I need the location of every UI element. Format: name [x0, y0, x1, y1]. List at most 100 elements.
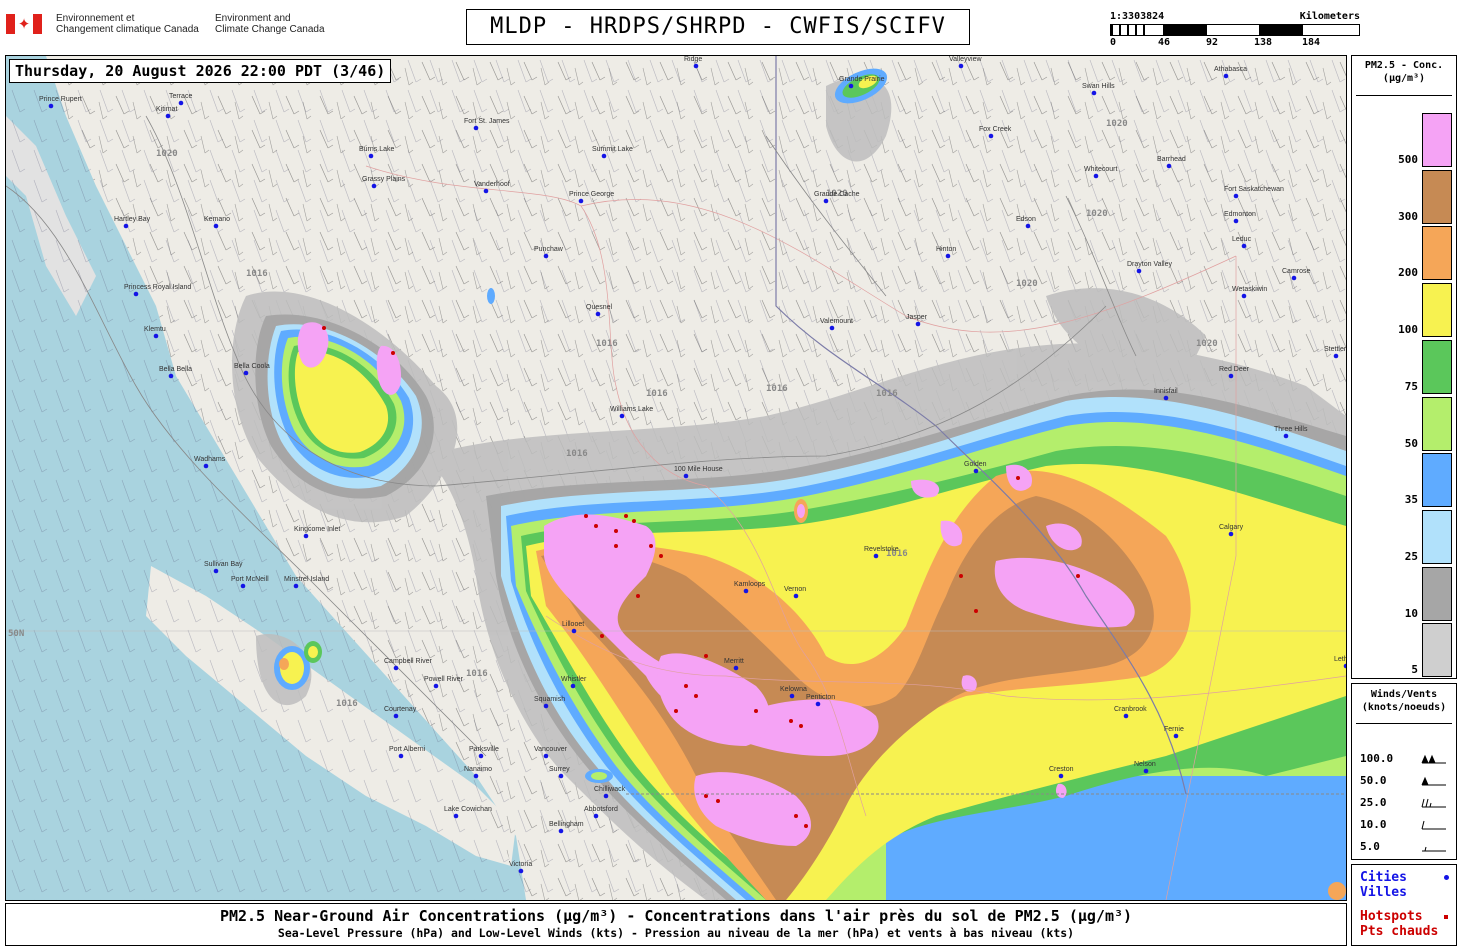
city-label: Kitimat	[156, 106, 177, 113]
city-dot-icon	[153, 333, 159, 339]
wind-legend-row: 100.0	[1360, 752, 1394, 765]
city-dot-icon	[601, 153, 607, 159]
smoke-forecast-map[interactable]: 1020 1016 1016 1020 1020 1020 1016 1016 …	[5, 55, 1347, 901]
city-label: Bella Bella	[159, 366, 192, 373]
department-name-fr: Environnement et Changement climatique C…	[56, 13, 199, 35]
city-dot-icon	[789, 693, 795, 699]
city-label: Kamloops	[734, 581, 766, 588]
city-label: Burns Lake	[359, 146, 395, 153]
scale-tick: 184	[1302, 37, 1321, 48]
city-dot-icon	[1093, 173, 1099, 179]
city-dot-icon	[793, 593, 799, 599]
city-dot-icon	[1233, 193, 1239, 199]
legend-label: 500	[1398, 153, 1418, 166]
legend-swatch-500	[1422, 113, 1452, 167]
city-label: Victoria	[509, 861, 532, 868]
city-label: Vernon	[784, 586, 806, 593]
symbols-legend: Cities Villes Hotspots Pts chauds	[1351, 864, 1457, 946]
city-label: Merritt	[724, 658, 744, 665]
city-label: Vanderhoof	[474, 181, 510, 188]
pm25-legend: PM2.5 - Conc. (µg/m³) 500 300 200 100 75 50 35…	[1351, 55, 1457, 679]
city-label: Valleyview	[949, 56, 982, 63]
city-label: Wetaskiwin	[1232, 286, 1267, 293]
city-label: Bella Coola	[234, 363, 270, 370]
city-dot-icon	[543, 703, 549, 709]
city-dot-icon	[453, 813, 459, 819]
city-label: Nelson	[1134, 761, 1156, 768]
hotspots-legend-label: Hotspots Pts chauds	[1360, 909, 1439, 939]
city-dot-icon	[543, 753, 549, 759]
city-dot-icon	[1025, 223, 1031, 229]
city-dot-icon	[213, 568, 219, 574]
model-title: MLDP - HRDPS/SHRPD - CWFIS/SCIFV	[466, 9, 970, 45]
legend-swatch-25	[1422, 509, 1452, 564]
city-dot-icon	[829, 325, 835, 331]
legend-label: 200	[1398, 266, 1418, 280]
hotspot-square-icon	[1444, 915, 1448, 919]
wind-barb-5-icon	[1422, 846, 1446, 852]
wind-barb-100-icon	[1421, 754, 1446, 764]
city-label: Parksville	[469, 746, 499, 753]
city-label: Williams Lake	[610, 406, 653, 413]
svg-text:1016: 1016	[876, 389, 898, 399]
city-dot-icon	[683, 473, 689, 479]
legend-label: 10	[1404, 606, 1418, 620]
city-label: Three Hills	[1274, 426, 1308, 433]
city-dot-icon	[478, 753, 484, 759]
city-label: Fort Saskatchewan	[1224, 186, 1284, 193]
city-dot-icon	[915, 321, 921, 327]
city-dot-icon	[243, 370, 249, 376]
city-label: Courtenay	[384, 706, 417, 713]
scale-tick: 138	[1254, 37, 1273, 48]
scale-bar: 1:3303824 Kilometers 0 46 92 138 184	[1110, 11, 1360, 51]
legend-label: 25	[1404, 549, 1418, 563]
city-dot-icon	[619, 413, 625, 419]
city-dot-icon	[473, 125, 479, 131]
city-dot-icon	[815, 701, 821, 707]
legend-swatch-50	[1422, 396, 1452, 451]
city-label: Nanaimo	[464, 766, 492, 773]
city-label: Terrace	[169, 93, 192, 100]
city-label: Prince Rupert	[39, 96, 82, 103]
city-dot-icon	[988, 133, 994, 139]
svg-text:1016: 1016	[596, 339, 618, 349]
city-dot-icon	[473, 773, 479, 779]
city-label: Bellingham	[549, 821, 584, 828]
city-dot-icon	[1228, 373, 1234, 379]
city-dot-icon	[570, 683, 576, 689]
city-dot-icon	[398, 753, 404, 759]
city-dot-icon	[973, 468, 979, 474]
city-label: Chilliwack	[594, 786, 626, 793]
city-dot-icon	[558, 773, 564, 779]
legend-label: 300	[1398, 209, 1418, 223]
city-dot-icon	[1166, 163, 1172, 169]
caption-line-1: PM2.5 Near-Ground Air Concentrations (µg…	[219, 907, 1133, 925]
city-label: Grande Cache	[814, 191, 860, 198]
city-label: Grande Prairie	[839, 76, 885, 83]
city-dot-icon	[945, 253, 951, 259]
city-dot-icon	[483, 188, 489, 194]
forecast-timestamp: Thursday, 20 August 2026 22:00 PDT (3/46…	[9, 59, 392, 83]
city-label: Fernie	[1164, 726, 1184, 733]
city-dot-icon	[1136, 268, 1142, 274]
city-label: Lake Cowichan	[444, 806, 492, 813]
city-label: Hinton	[936, 246, 956, 253]
city-dot-icon	[693, 63, 699, 69]
city-label: Campbell River	[384, 658, 433, 665]
department-name-en: Environment and Climate Change Canada	[215, 13, 325, 35]
scale-tick: 92	[1206, 37, 1219, 48]
svg-text:1016: 1016	[246, 269, 268, 279]
city-label: Summit Lake	[592, 146, 633, 153]
city-label: Surrey	[549, 766, 570, 773]
city-dot-icon	[368, 153, 374, 159]
caption-line-2: Sea-Level Pressure (hPa) and Low-Level W…	[277, 926, 1075, 940]
city-label: Drayton Valley	[1127, 261, 1173, 268]
city-dot-icon	[1143, 768, 1149, 774]
city-label: Innisfail	[1154, 388, 1178, 395]
city-dot-icon	[603, 793, 609, 799]
legend-label: 100	[1398, 323, 1418, 337]
city-label: Fort St. James	[464, 118, 510, 125]
city-label: Stettler	[1324, 346, 1346, 353]
city-label: Hartley Bay	[114, 216, 151, 223]
city-dot-icon	[593, 813, 599, 819]
